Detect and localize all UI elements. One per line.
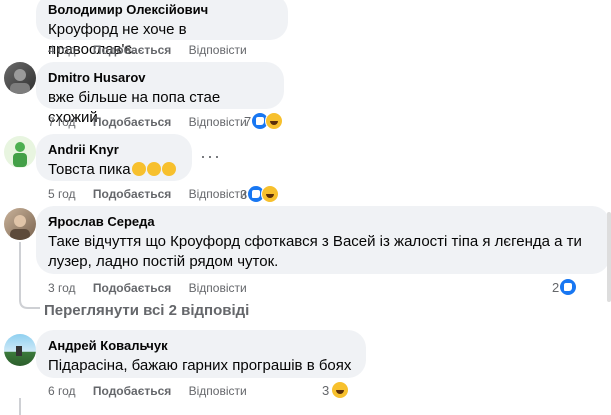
laughing-emoji-icon [131,162,146,176]
comment-author[interactable]: Dmitro Husarov [48,70,272,86]
avatar-image [16,346,22,356]
reply-button[interactable]: Відповісти [189,281,247,295]
comment-bubble: Володимир Олексійович Кроуфорд не хоче в… [36,0,288,58]
thread-line [19,398,21,415]
comment-meta: 3 год Подобається Відповісти [48,280,261,296]
comment-text: Товста пика [48,160,180,180]
like-button[interactable]: Подобається [93,115,171,129]
avatar-image [10,215,30,240]
more-options-icon[interactable]: ··· [200,146,221,167]
laughing-emoji-icon [146,162,161,176]
thread-connector [19,292,40,309]
comment-author[interactable]: Ярослав Середа [48,214,598,230]
reply-button[interactable]: Відповісти [189,384,247,398]
avatar[interactable] [4,208,36,240]
reaction-summary[interactable]: 3 [322,381,350,399]
reply-button[interactable]: Відповісти [189,43,247,57]
reaction-count: 7 [244,113,252,129]
comment-meta: 7 год Подобається Відповісти [48,114,261,130]
comment-text: Таке відчуття що Кроуфорд сфоткався з Ва… [48,233,582,270]
avatar[interactable] [4,62,36,94]
like-button[interactable]: Подобається [93,43,171,57]
like-reaction-icon [559,278,578,296]
avatar[interactable] [4,136,36,168]
comment-bubble: Андрей Ковальчук Підарасіна, бажаю гарни… [36,330,366,378]
comment-text: Підарасіна, бажаю гарних програшів в боя… [48,357,352,374]
comment-time[interactable]: 6 год [48,384,76,398]
comment-bubble: Dmitro Husarov вже більше на попа стае с… [36,62,284,126]
view-replies-button[interactable]: Переглянути всі 2 відповіді [44,302,249,319]
reaction-count: 3 [240,186,248,202]
reaction-summary[interactable]: 3 [240,185,280,203]
comment-time[interactable]: 3 год [48,281,76,295]
avatar-image [13,142,27,167]
like-button[interactable]: Подобається [93,384,171,398]
thread-line [19,242,21,294]
reaction-summary[interactable]: 2 [552,278,578,296]
reaction-count: 2 [552,279,560,295]
reply-button[interactable]: Відповісти [189,115,247,129]
comment-time[interactable]: 7 год [48,115,76,129]
comment-meta: 5 год Подобається Відповісти [48,186,261,202]
reaction-summary[interactable]: 7 [244,112,284,130]
avatar-image [10,69,30,94]
comment-time[interactable]: 5 год [48,187,76,201]
comment-text-content: Товста пика [48,161,131,178]
like-button[interactable]: Подобається [93,281,171,295]
comment-author[interactable]: Володимир Олексійович [48,2,276,18]
haha-reaction-icon [265,112,284,130]
reply-button[interactable]: Відповісти [189,187,247,201]
scrollbar[interactable] [607,212,611,302]
comment-time[interactable]: 4 год [48,43,76,57]
comment-meta: 6 год Подобається Відповісти [48,383,261,399]
like-button[interactable]: Подобається [93,187,171,201]
comment-bubble: Ярослав Середа Таке відчуття що Кроуфорд… [36,206,610,274]
comment-bubble: Andrii Knyr Товста пика [36,134,192,181]
avatar[interactable] [4,334,36,366]
haha-reaction-icon [261,185,280,203]
comment-meta: 4 год Подобається Відповісти [48,42,261,58]
haha-reaction-icon [331,381,350,399]
reaction-count: 3 [322,382,330,398]
comment-author[interactable]: Андрей Ковальчук [48,338,354,354]
laughing-emoji-icon [161,162,176,176]
comment-author[interactable]: Andrii Knyr [48,142,180,158]
